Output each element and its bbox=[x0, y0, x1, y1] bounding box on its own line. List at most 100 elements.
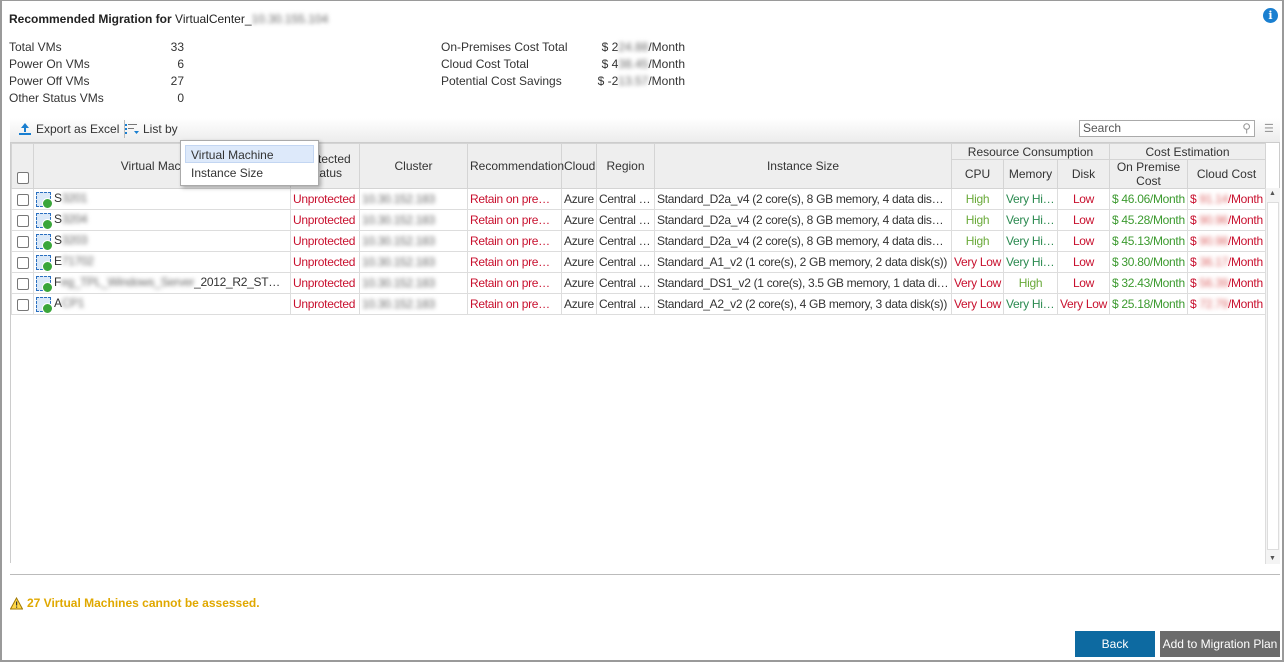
vm-powered-on-icon bbox=[36, 254, 53, 272]
cluster-cell: 10.30.152.183 bbox=[359, 188, 468, 210]
cpu-cell: High bbox=[951, 209, 1004, 231]
select-all-checkbox[interactable] bbox=[16, 171, 29, 184]
export-excel-button[interactable]: Export as Excel bbox=[18, 122, 119, 136]
search-input[interactable]: Search ⚲ bbox=[1079, 120, 1255, 137]
cpu-cell: Very Low bbox=[951, 293, 1004, 315]
stat-label: Other Status VMs bbox=[9, 91, 104, 105]
table-row[interactable]: S3203 Unprotected 10.30.152.183 Retain o… bbox=[11, 230, 1266, 252]
onprem-cost-cell: $ 45.13/Month bbox=[1109, 230, 1188, 252]
cost-row: Cloud Cost Total $ 438.45/Month bbox=[441, 56, 685, 73]
table-row[interactable]: Feg_TPL_Windows_Server_2012_R2_STD_EN_..… bbox=[11, 272, 1266, 294]
back-button[interactable]: Back bbox=[1075, 631, 1155, 657]
cloud-cell: Azure bbox=[561, 230, 597, 252]
header-disk[interactable]: Disk bbox=[1057, 159, 1110, 189]
header-cloud-cost[interactable]: Cloud Cost bbox=[1187, 159, 1266, 189]
cluster-cell: 10.30.152.183 bbox=[359, 209, 468, 231]
table-row[interactable]: S3201 Unprotected 10.30.152.183 Retain o… bbox=[11, 188, 1266, 210]
header-onprem-cost[interactable]: On Premise Cost bbox=[1109, 159, 1188, 189]
cpu-cell: High bbox=[951, 188, 1004, 210]
region-cell: Central US bbox=[596, 230, 655, 252]
column-menu-icon[interactable]: ☰ bbox=[1264, 122, 1274, 135]
vm-name-cell[interactable]: E71702 bbox=[33, 251, 291, 273]
table-row[interactable]: E71702 Unprotected 10.30.152.183 Retain … bbox=[11, 251, 1266, 273]
cloud-cost-cell: $ 72.79/Month bbox=[1187, 293, 1266, 315]
cost-summary: On-Premises Cost Total $ 224.88/Month Clou… bbox=[441, 39, 685, 90]
instance-size-cell: Standard_D2a_v4 (2 core(s), 8 GB memory,… bbox=[654, 230, 952, 252]
row-checkbox[interactable] bbox=[16, 298, 29, 311]
protected-status-cell: Unprotected bbox=[290, 209, 360, 231]
header-cloud[interactable]: Cloud bbox=[561, 143, 597, 189]
vm-name-cell[interactable]: S3201 bbox=[33, 188, 291, 210]
upload-icon bbox=[19, 123, 31, 135]
row-checkbox[interactable] bbox=[16, 214, 29, 227]
cost-value: $ -213.57/Month bbox=[597, 74, 685, 88]
memory-cell: Very High bbox=[1003, 251, 1058, 273]
onprem-cost-cell: $ 30.80/Month bbox=[1109, 251, 1188, 273]
scroll-down-icon[interactable]: ▼ bbox=[1269, 555, 1276, 562]
recommendation-cell: Retain on premise bbox=[467, 209, 562, 231]
header-region[interactable]: Region bbox=[596, 143, 655, 189]
vm-name-cell[interactable]: Feg_TPL_Windows_Server_2012_R2_STD_EN_..… bbox=[33, 272, 291, 294]
stat-value: 33 bbox=[170, 40, 184, 54]
row-checkbox[interactable] bbox=[16, 235, 29, 248]
region-cell: Central US bbox=[596, 188, 655, 210]
cost-row: On-Premises Cost Total $ 224.88/Month bbox=[441, 39, 685, 56]
select-all-header bbox=[11, 143, 34, 189]
header-cluster[interactable]: Cluster bbox=[359, 143, 468, 189]
stat-row: Other Status VMs 0 bbox=[9, 90, 184, 107]
region-cell: Central US bbox=[596, 272, 655, 294]
row-select-cell bbox=[11, 209, 34, 231]
header-recommendation[interactable]: Recommendation bbox=[467, 143, 564, 189]
region-cell: Central US bbox=[596, 293, 655, 315]
vm-powered-on-icon bbox=[36, 296, 53, 314]
list-by-button[interactable]: List by bbox=[124, 122, 178, 136]
vm-name-cell[interactable]: S3203 bbox=[33, 230, 291, 252]
vm-powered-on-icon bbox=[36, 275, 53, 293]
cloud-cell: Azure bbox=[561, 293, 597, 315]
disk-cell: Low bbox=[1057, 251, 1110, 273]
cluster-cell: 10.30.152.183 bbox=[359, 272, 468, 294]
header-cpu[interactable]: CPU bbox=[951, 159, 1004, 189]
region-cell: Central US bbox=[596, 251, 655, 273]
scrollbar-thumb[interactable] bbox=[1267, 202, 1279, 550]
cloud-cost-cell: $ 56.39/Month bbox=[1187, 272, 1266, 294]
list-icon bbox=[125, 124, 139, 134]
info-icon[interactable]: i bbox=[1263, 8, 1278, 23]
table-row[interactable]: ACP1 Unprotected 10.30.152.183 Retain on… bbox=[11, 293, 1266, 315]
row-checkbox[interactable] bbox=[16, 193, 29, 206]
vm-name-cell[interactable]: ACP1 bbox=[33, 293, 291, 315]
instance-size-cell: Standard_A2_v2 (2 core(s), 4 GB memory, … bbox=[654, 293, 952, 315]
vm-powered-on-icon bbox=[36, 233, 53, 251]
stat-label: Power On VMs bbox=[9, 57, 90, 71]
row-checkbox[interactable] bbox=[16, 277, 29, 290]
cloud-cost-cell: $ 90.98/Month bbox=[1187, 230, 1266, 252]
header-instance[interactable]: Instance Size bbox=[654, 143, 952, 189]
onprem-cost-cell: $ 46.06/Month bbox=[1109, 188, 1188, 210]
memory-cell: Very High bbox=[1003, 230, 1058, 252]
memory-cell: Very High bbox=[1003, 293, 1058, 315]
list-by-virtual-machine[interactable]: Virtual Machine bbox=[185, 145, 314, 163]
cost-label: On-Premises Cost Total bbox=[441, 40, 568, 54]
scroll-up-icon[interactable]: ▲ bbox=[1269, 190, 1276, 197]
table-row[interactable]: S3204 Unprotected 10.30.152.183 Retain o… bbox=[11, 209, 1266, 231]
instance-size-cell: Standard_D2a_v4 (2 core(s), 8 GB memory,… bbox=[654, 209, 952, 231]
header-memory[interactable]: Memory bbox=[1003, 159, 1058, 189]
page-title: Recommended Migration for VirtualCenter_… bbox=[9, 12, 329, 26]
cluster-cell: 10.30.152.183 bbox=[359, 230, 468, 252]
onprem-cost-cell: $ 32.43/Month bbox=[1109, 272, 1188, 294]
header-cost-estimation: Cost Estimation bbox=[1109, 143, 1266, 160]
memory-cell: High bbox=[1003, 272, 1058, 294]
add-to-migration-plan-button[interactable]: Add to Migration Plan bbox=[1160, 631, 1280, 657]
vm-name-cell[interactable]: S3204 bbox=[33, 209, 291, 231]
stat-row: Total VMs 33 bbox=[9, 39, 184, 56]
instance-size-cell: Standard_A1_v2 (1 core(s), 2 GB memory, … bbox=[654, 251, 952, 273]
list-by-instance-size[interactable]: Instance Size bbox=[185, 163, 314, 181]
cluster-cell: 10.30.152.183 bbox=[359, 251, 468, 273]
migration-table: Virtual Machine Protected Status Cluster… bbox=[10, 142, 1280, 564]
disk-cell: Very Low bbox=[1057, 293, 1110, 315]
row-checkbox[interactable] bbox=[16, 256, 29, 269]
stat-row: Power On VMs 6 bbox=[9, 56, 184, 73]
stat-value: 6 bbox=[177, 57, 184, 71]
recommendation-cell: Retain on premise bbox=[467, 251, 562, 273]
vertical-scrollbar[interactable]: ▲ ▼ bbox=[1265, 188, 1280, 564]
